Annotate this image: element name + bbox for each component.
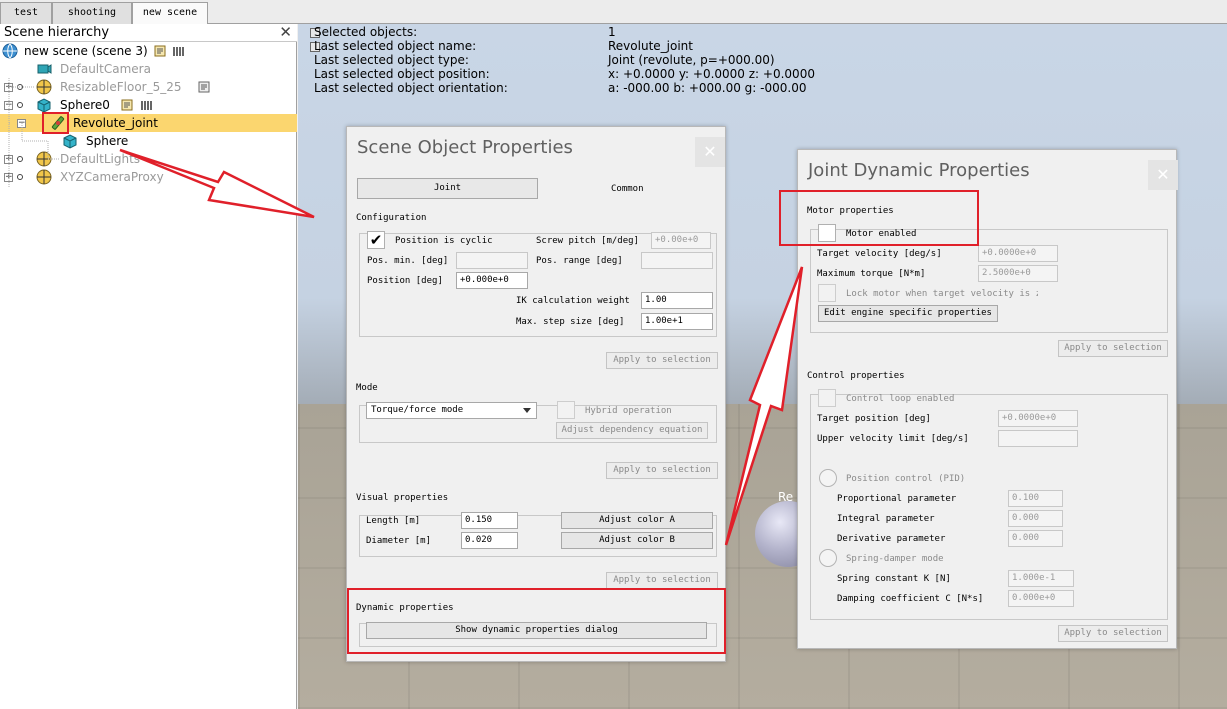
damping-c-field[interactable]: 0.000e+0 — [1008, 590, 1074, 607]
target-velocity-label: Target velocity [deg/s] — [817, 249, 942, 259]
upper-velocity-field[interactable] — [998, 430, 1078, 447]
info-value: Joint (revolute, p=+000.00) — [608, 53, 775, 67]
tab-common[interactable]: Common — [611, 184, 644, 194]
motor-enabled-checkbox[interactable] — [818, 224, 836, 242]
info-value: a: -000.00 b: +000.00 g: -000.00 — [608, 81, 807, 95]
spring-damper-label: Spring-damper mode — [846, 554, 944, 564]
dialog-title: Scene Object Properties — [357, 137, 573, 158]
position-control-radio[interactable] — [819, 469, 837, 487]
hybrid-operation-label: Hybrid operation — [585, 406, 672, 416]
pos-min-field[interactable] — [456, 252, 528, 269]
derivative-label: Derivative parameter — [837, 534, 946, 544]
close-icon[interactable]: ✕ — [1148, 160, 1178, 190]
spring-damper-radio[interactable] — [819, 549, 837, 567]
scene-hierarchy-panel: Scene hierarchy ✕ new scene (scene 3) De… — [0, 24, 297, 709]
pos-range-label: Pos. range [deg] — [536, 256, 623, 266]
tab-shooting[interactable]: shooting — [52, 2, 132, 24]
spring-k-field[interactable]: 1.000e-1 — [1008, 570, 1074, 587]
tree-guide-lines — [8, 78, 60, 188]
damping-c-label: Damping coefficient C [N*s] — [837, 594, 984, 604]
scene-object-properties-dialog: Scene Object Properties ✕ Joint Common C… — [346, 126, 726, 662]
apply-to-selection-button[interactable]: Apply to selection — [1058, 625, 1168, 642]
proportional-field[interactable]: 0.100 — [1008, 490, 1063, 507]
position-control-label: Position control (PID) — [846, 474, 966, 484]
diameter-label: Diameter [m] — [366, 536, 432, 546]
screw-pitch-label: Screw pitch [m/deg] — [536, 236, 639, 246]
section-heading: Mode — [356, 383, 378, 393]
target-velocity-field[interactable]: +0.0000e+0 — [978, 245, 1058, 262]
close-icon[interactable]: ✕ — [695, 137, 725, 167]
section-heading: Control properties — [807, 371, 905, 381]
info-value: 1 — [608, 25, 616, 39]
info-key: Last selected object orientation: — [314, 81, 508, 95]
upper-velocity-label: Upper velocity limit [deg/s] — [817, 434, 969, 444]
control-loop-label: Control loop enabled — [846, 394, 955, 404]
adjust-dependency-button[interactable]: Adjust dependency equation — [556, 422, 708, 439]
max-step-field[interactable]: 1.00e+1 — [641, 313, 713, 330]
edit-engine-properties-button[interactable]: Edit engine specific properties — [818, 305, 998, 322]
derivative-field[interactable]: 0.000 — [1008, 530, 1063, 547]
diameter-field[interactable]: 0.020 — [461, 532, 518, 549]
section-heading: Motor properties — [807, 206, 894, 216]
length-label: Length [m] — [366, 516, 421, 526]
info-key: Last selected object name: — [314, 39, 477, 53]
screw-pitch-field[interactable]: +0.00e+0 — [651, 232, 711, 249]
tab-new-scene[interactable]: new scene — [132, 2, 208, 25]
info-key: Last selected object type: — [314, 53, 469, 67]
pos-range-field[interactable] — [641, 252, 713, 269]
tab-test[interactable]: test — [0, 2, 52, 24]
integral-field[interactable]: 0.000 — [1008, 510, 1063, 527]
lock-motor-checkbox[interactable] — [818, 284, 836, 302]
tab-joint[interactable]: Joint — [357, 178, 538, 199]
motor-enabled-label: Motor enabled — [846, 229, 917, 239]
lock-motor-label: Lock motor when target velocity is zero — [846, 289, 1038, 299]
max-step-label: Max. step size [deg] — [516, 317, 625, 327]
target-position-field[interactable]: +0.0000e+0 — [998, 410, 1078, 427]
spring-k-label: Spring constant K [N] — [837, 574, 951, 584]
adjust-color-a-button[interactable]: Adjust color A — [561, 512, 713, 529]
mode-select[interactable]: Torque/force mode — [366, 402, 537, 419]
adjust-color-b-button[interactable]: Adjust color B — [561, 532, 713, 549]
position-label: Position [deg] — [367, 276, 443, 286]
apply-to-selection-button[interactable]: Apply to selection — [606, 352, 718, 369]
ik-weight-label: IK calculation weight — [516, 296, 630, 306]
position-cyclic-label: Position is cyclic — [395, 236, 493, 246]
control-loop-checkbox[interactable] — [818, 389, 836, 407]
dialog-title: Joint Dynamic Properties — [808, 160, 1030, 181]
joint-dynamic-properties-dialog: Joint Dynamic Properties ✕ Motor propert… — [797, 149, 1178, 649]
position-cyclic-checkbox[interactable]: ✔ — [367, 231, 385, 249]
apply-to-selection-button[interactable]: Apply to selection — [1058, 340, 1168, 357]
scene-object-label: Re — [778, 490, 794, 504]
integral-label: Integral parameter — [837, 514, 935, 524]
max-torque-label: Maximum torque [N*m] — [817, 269, 926, 279]
section-heading: Visual properties — [356, 493, 449, 503]
length-field[interactable]: 0.150 — [461, 512, 518, 529]
info-key: Last selected object position: — [314, 67, 490, 81]
show-dynamic-properties-button[interactable]: Show dynamic properties dialog — [366, 622, 707, 639]
target-position-label: Target position [deg] — [817, 414, 931, 424]
mode-select-value: Torque/force mode — [371, 405, 464, 415]
pos-min-label: Pos. min. [deg] — [367, 256, 449, 266]
chevron-down-icon — [523, 408, 531, 413]
info-value: x: +0.0000 y: +0.0000 z: +0.0000 — [608, 67, 815, 81]
max-torque-field[interactable]: 2.5000e+0 — [978, 265, 1058, 282]
ik-weight-field[interactable]: 1.00 — [641, 292, 713, 309]
apply-to-selection-button[interactable]: Apply to selection — [606, 462, 718, 479]
info-key: Selected objects: — [314, 25, 418, 39]
position-field[interactable]: +0.000e+0 — [456, 272, 528, 289]
proportional-label: Proportional parameter — [837, 494, 957, 504]
control-group — [810, 394, 1168, 620]
apply-to-selection-button[interactable]: Apply to selection — [606, 572, 718, 589]
hybrid-operation-checkbox[interactable] — [557, 401, 575, 419]
section-heading: Dynamic properties — [356, 603, 454, 613]
section-heading: Configuration — [356, 213, 427, 223]
info-value: Revolute_joint — [608, 39, 693, 53]
document-tab-bar: test shooting new scene — [0, 0, 1227, 25]
